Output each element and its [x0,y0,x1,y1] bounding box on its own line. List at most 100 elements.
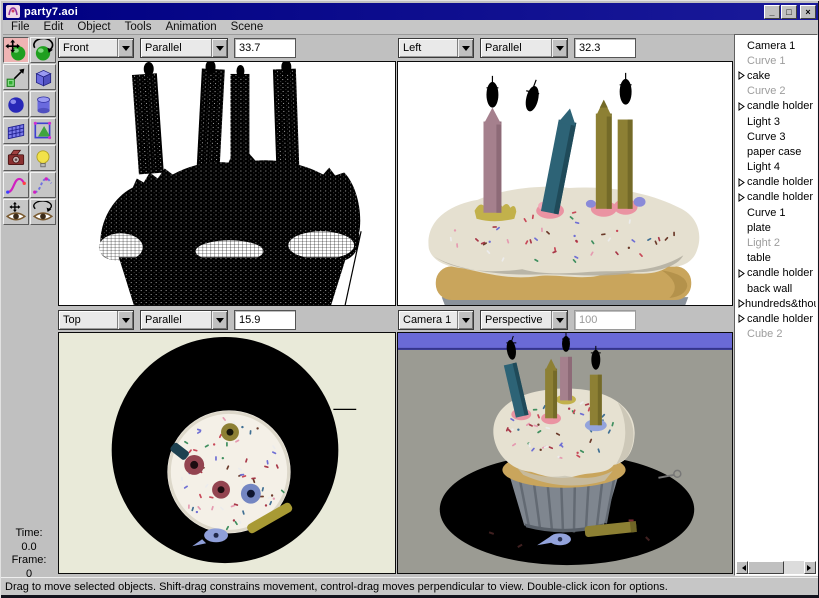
front-projection-select[interactable]: Parallel [140,38,228,58]
status-bar: Drag to move selected objects. Shift-dra… [1,577,819,595]
expander-triangle-icon[interactable] [738,268,747,278]
object-label: Light 3 [747,115,781,128]
curve-icon [6,177,26,194]
object-list-item[interactable]: Camera 1 [738,38,816,53]
object-list-item[interactable]: cake [738,68,816,83]
curve-tool-button[interactable] [3,172,29,198]
create-light-tool-button[interactable] [30,145,56,171]
object-list-item[interactable]: Curve 1 [738,53,816,68]
object-list-item[interactable]: candle holder [738,311,816,326]
expander-triangle-icon[interactable] [738,177,747,187]
cube-icon [35,69,52,87]
menu-file[interactable]: File [11,21,30,33]
top-viewport-canvas[interactable] [59,333,395,573]
expander-triangle-icon[interactable] [738,71,747,81]
object-label: back wall [747,282,793,295]
camera-scale-field[interactable] [574,310,636,330]
object-list-item[interactable]: candle holder [738,99,816,114]
chevron-down-icon[interactable] [211,39,227,57]
scroll-track[interactable] [784,561,804,574]
object-list-item[interactable]: hundreds&thou [738,296,816,311]
expander-triangle-icon[interactable] [738,101,747,111]
object-label: candle holder [747,312,814,325]
top-projection-select[interactable]: Parallel [140,310,228,330]
object-list-item[interactable]: plate [738,220,816,235]
front-view-select[interactable]: Front [58,38,134,58]
camera-viewport [397,332,733,574]
chevron-down-icon[interactable] [551,311,567,329]
left-viewport-canvas[interactable] [398,62,732,305]
close-button[interactable]: × [800,4,816,19]
object-list-item[interactable]: candle holder [738,190,816,205]
object-label: hundreds&thou [745,297,816,310]
minimize-button[interactable]: _ [764,4,780,19]
object-list-item[interactable]: candle holder [738,266,816,281]
object-label: candle holder [747,100,814,113]
object-label: candle holder [747,176,814,189]
app-icon[interactable] [6,5,20,18]
create-cylinder-tool-button[interactable] [30,91,56,117]
object-list-item[interactable]: Curve 2 [738,84,816,99]
left-view-select[interactable]: Left [398,38,474,58]
object-list-item[interactable]: paper case [738,144,816,159]
rotate-view-tool-button[interactable] [30,199,56,225]
create-camera-tool-button[interactable] [3,145,29,171]
object-list-item[interactable]: back wall [738,281,816,296]
object-list-item[interactable]: Curve 3 [738,129,816,144]
menu-scene[interactable]: Scene [231,21,264,33]
top-scale-field[interactable] [234,310,296,330]
object-label: Light 2 [747,237,781,250]
front-viewport-controls: Front Parallel [58,37,296,59]
front-scale-field[interactable] [234,38,296,58]
menu-animation[interactable]: Animation [165,21,216,33]
scale-icon [6,68,25,87]
create-cube-tool-button[interactable] [30,64,56,90]
pan-view-tool-button[interactable] [3,199,29,225]
chevron-down-icon[interactable] [117,311,133,329]
camera-viewport-canvas[interactable] [398,333,732,573]
chevron-down-icon[interactable] [457,39,473,57]
maximize-button[interactable]: □ [781,4,797,19]
front-viewport-canvas[interactable] [59,62,395,305]
scroll-right-button[interactable] [804,561,816,574]
object-label: plate [747,221,771,234]
left-projection-select[interactable]: Parallel [480,38,568,58]
left-scale-field[interactable] [574,38,636,58]
create-sphere-tool-button[interactable] [3,91,29,117]
expander-triangle-icon[interactable] [738,193,747,202]
object-list-item[interactable]: Light 2 [738,235,816,250]
approximating-curve-tool-button[interactable] [30,172,56,198]
object-list-item[interactable]: Light 3 [738,114,816,129]
object-list-item[interactable]: table [738,251,816,266]
scroll-left-button[interactable] [736,561,748,574]
object-list-item[interactable]: Curve 1 [738,205,816,220]
expander-triangle-icon[interactable] [738,299,745,309]
chevron-down-icon[interactable] [551,39,567,57]
create-spline-mesh-tool-button[interactable] [3,118,29,144]
object-list-item[interactable]: Cube 2 [738,327,816,342]
create-polygon-tool-button[interactable] [30,118,56,144]
rotate-tool-button[interactable] [30,37,56,63]
time-label: Time: [15,527,43,539]
camera-projection-select[interactable]: Perspective [480,310,568,330]
menu-object[interactable]: Object [77,21,110,33]
object-list-panel: Camera 1 Curve 1 cake Curve 2 candle holder L… [734,34,818,576]
top-view-select[interactable]: Top [58,310,134,330]
chevron-down-icon[interactable] [457,311,473,329]
camera-view-select[interactable]: Camera 1 [398,310,474,330]
menu-tools[interactable]: Tools [125,21,152,33]
object-list-item[interactable]: candle holder [738,175,816,190]
object-list-hscrollbar [736,561,816,574]
expander-triangle-icon[interactable] [738,314,747,324]
left-viewport-controls: Left Parallel [398,37,636,59]
object-label: Curve 1 [747,206,786,219]
cylinder-icon [37,96,50,114]
scale-tool-button[interactable] [3,64,29,90]
object-list-item[interactable]: Light 4 [738,160,816,175]
chevron-down-icon[interactable] [117,39,133,57]
menu-edit[interactable]: Edit [44,21,64,33]
move-tool-button[interactable] [3,37,29,63]
chevron-down-icon[interactable] [211,311,227,329]
pan-eye-icon [5,201,27,221]
scroll-thumb[interactable] [748,561,784,574]
